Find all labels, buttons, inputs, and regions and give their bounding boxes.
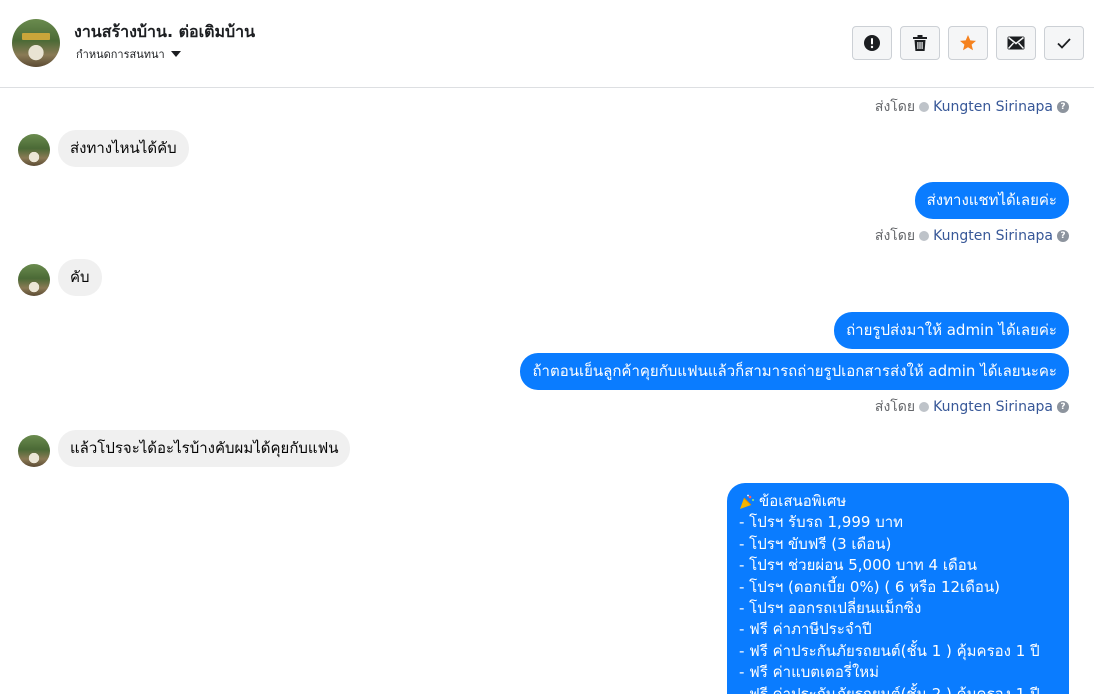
promo-line: - โปรฯ รับรถ 1,999 บาท <box>739 513 904 532</box>
help-icon[interactable]: ? <box>1057 101 1069 113</box>
delete-button[interactable] <box>900 26 940 60</box>
outgoing-message[interactable]: ส่งทางแชทได้เลยค่ะ <box>914 182 1069 219</box>
outgoing-message[interactable]: ถ่ายรูปส่งมาให้ admin ได้เลยค่ะ <box>834 312 1069 349</box>
help-icon[interactable]: ? <box>1057 401 1069 413</box>
promo-line: - โปรฯ (ดอกเบี้ย 0%) ( 6 หรือ 12เดือน) <box>739 577 1001 596</box>
contact-name[interactable]: งานสร้างบ้าน. ต่อเติมบ้าน <box>74 20 255 45</box>
check-icon <box>1057 38 1071 49</box>
message-thread[interactable]: ส่งโดย Kungten Sirinapa ? ส่งทางไหนได้คั… <box>0 89 1094 694</box>
incoming-message[interactable]: คับ <box>58 259 102 296</box>
party-popper-icon <box>740 494 755 509</box>
promo-line: - โปรฯ ขับฟรี (3 เดือน) <box>739 534 892 553</box>
sender-name[interactable]: Kungten Sirinapa <box>933 399 1053 415</box>
sent-by-row: ส่งโดย Kungten Sirinapa ? <box>875 96 1069 118</box>
incoming-message[interactable]: ส่งทางไหนได้คับ <box>58 130 189 167</box>
promo-heading: ข้อเสนอพิเศษ <box>759 492 847 510</box>
trash-icon <box>913 35 927 51</box>
star-icon <box>960 35 976 51</box>
customer-avatar[interactable] <box>18 264 50 296</box>
sent-by-row: ส่งโดย Kungten Sirinapa ? <box>875 225 1069 247</box>
sender-name[interactable]: Kungten Sirinapa <box>933 228 1053 244</box>
promo-line: - ฟรี ค่าประกันภัยรถยนต์(ชั้น 2 ) คุ้มคร… <box>739 684 1040 694</box>
caret-down-icon <box>170 51 181 57</box>
promo-message[interactable]: ข้อเสนอพิเศษ - โปรฯ รับรถ 1,999 บาท - โป… <box>727 483 1069 694</box>
verified-icon <box>919 402 930 412</box>
customer-avatar[interactable] <box>18 435 50 467</box>
sender-name[interactable]: Kungten Sirinapa <box>933 99 1053 115</box>
promo-line: - ฟรี ค่าแบตเตอรี่ใหม่ <box>739 663 880 682</box>
promo-line: - โปรฯ ช่วยผ่อน 5,000 บาท 4 เดือน <box>739 556 977 575</box>
incoming-message[interactable]: แล้วโปรจะได้อะไรบ้างคับผมได้คุยกับแฟน <box>58 430 351 467</box>
conversation-header: งานสร้างบ้าน. ต่อเติมบ้าน กำหนดการสนทนา <box>0 0 1094 88</box>
mark-done-button[interactable] <box>1044 26 1084 60</box>
mark-unread-button[interactable] <box>996 26 1036 60</box>
conversation-assign-dropdown[interactable]: กำหนดการสนทนา <box>76 45 181 63</box>
sent-by-row: ส่งโดย Kungten Sirinapa ? <box>875 396 1069 418</box>
verified-icon <box>919 231 930 241</box>
promo-line: - โปรฯ ออกรถเปลี่ยนแม็กซิ่ง <box>739 599 922 618</box>
verified-icon <box>919 102 930 112</box>
promo-line: - ฟรี ค่าภาษีประจำปี <box>739 620 872 639</box>
contact-avatar[interactable] <box>12 19 60 67</box>
mark-spam-button[interactable] <box>852 26 892 60</box>
customer-avatar[interactable] <box>18 134 50 166</box>
envelope-icon <box>1007 36 1025 50</box>
header-actions <box>852 26 1084 60</box>
star-button[interactable] <box>948 26 988 60</box>
help-icon[interactable]: ? <box>1057 230 1069 242</box>
alert-icon <box>864 35 880 51</box>
assign-label: กำหนดการสนทนา <box>76 48 165 61</box>
promo-line: - ฟรี ค่าประกันภัยรถยนต์(ชั้น 1 ) คุ้มคร… <box>739 641 1040 660</box>
outgoing-message[interactable]: ถ้าตอนเย็นลูกค้าคุยกับแฟนแล้วก็สามารถถ่า… <box>520 353 1069 390</box>
